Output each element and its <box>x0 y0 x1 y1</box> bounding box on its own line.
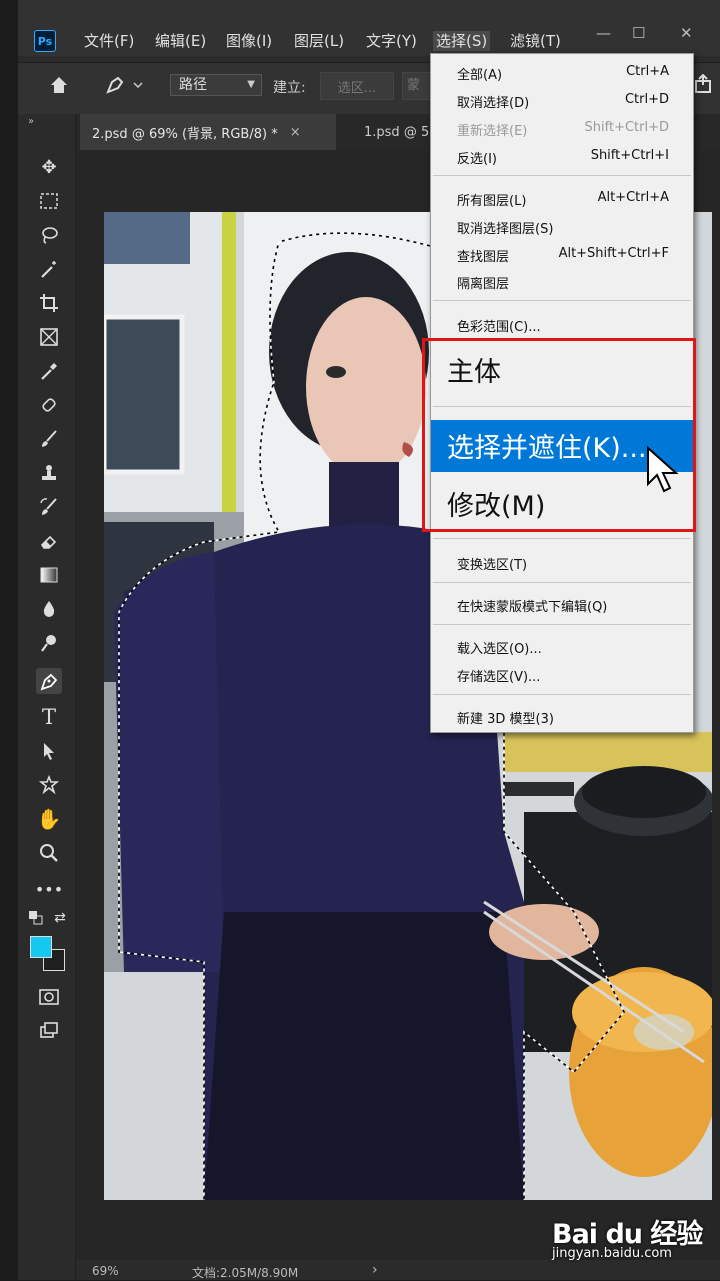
close-button[interactable]: ✕ <box>680 24 693 42</box>
menu-item-quick-mask[interactable]: 在快速蒙版模式下编辑(Q) <box>431 592 693 616</box>
menu-separator <box>433 538 691 539</box>
menu-item-reselect: 重新选择(E) Shift+Ctrl+D <box>457 120 669 139</box>
more-tools-icon[interactable]: ••• <box>35 876 63 902</box>
quick-mask-icon[interactable] <box>36 984 62 1010</box>
foreground-color-swatch[interactable] <box>30 936 52 958</box>
menu-item-inverse[interactable]: 反选(I) Shift+Ctrl+I <box>431 144 693 168</box>
tab-label: 1.psd @ 51 <box>364 124 438 140</box>
path-mode-value: 路径 <box>179 77 207 93</box>
menu-item-deselect-layers[interactable]: 取消选择图层(S) <box>431 214 693 238</box>
menu-image[interactable]: 图像(I) <box>226 31 272 51</box>
menu-item-select-all[interactable]: 全部(A) Ctrl+A <box>431 60 693 84</box>
swap-colors-icon[interactable]: ⇄ <box>50 908 70 928</box>
crop-tool-icon[interactable] <box>36 290 62 316</box>
default-colors-icon[interactable] <box>26 908 46 928</box>
collapse-icon[interactable]: » <box>28 116 34 127</box>
baidu-jingyan-watermark: Bai du 经验 jingyan.baidu.com <box>552 1212 703 1261</box>
menu-separator <box>433 694 691 695</box>
menu-item-load-selection[interactable]: 载入选区(O)... <box>431 634 693 658</box>
screen-mode-icon[interactable] <box>36 1018 62 1044</box>
menu-item-find-layers[interactable]: 查找图层 Alt+Shift+Ctrl+F <box>431 242 693 266</box>
status-bar: 69% 文档:2.05M/8.90M › <box>76 1262 720 1280</box>
pen-tool-icon[interactable] <box>36 668 62 694</box>
menu-item-all-layers[interactable]: 所有图层(L) Alt+Ctrl+A <box>431 186 693 210</box>
menu-separator <box>433 175 691 176</box>
highlight-callout-box <box>422 338 696 532</box>
menu-item-isolate-layers[interactable]: 隔离图层 <box>431 269 693 293</box>
move-tool-icon[interactable]: ✥ <box>36 154 62 180</box>
magic-wand-icon[interactable] <box>36 256 62 282</box>
tab-label: 2.psd @ 69% (背景, RGB/8) * <box>92 126 278 142</box>
custom-shape-icon[interactable] <box>36 772 62 798</box>
eyedropper-icon[interactable] <box>36 358 62 384</box>
menu-file[interactable]: 文件(F) <box>84 31 134 51</box>
eraser-icon[interactable] <box>36 528 62 554</box>
menu-layer[interactable]: 图层(L) <box>294 31 344 51</box>
menu-item-color-range[interactable]: 色彩范围(C)... <box>431 312 693 336</box>
menu-item-transform-selection[interactable]: 变换选区(T) <box>431 550 693 574</box>
menu-separator <box>433 582 691 583</box>
clone-stamp-icon[interactable] <box>36 460 62 486</box>
history-brush-icon[interactable] <box>36 494 62 520</box>
menu-item-save-selection[interactable]: 存储选区(V)... <box>431 662 693 686</box>
chevron-down-icon: ▼ <box>247 79 255 90</box>
type-tool-icon[interactable]: T <box>36 704 62 730</box>
tools-panel <box>18 114 76 1280</box>
maximize-button[interactable]: ☐ <box>632 24 645 42</box>
close-tab-icon[interactable]: × <box>290 125 301 140</box>
menu-type[interactable]: 文字(Y) <box>366 31 417 51</box>
tab-2-psd[interactable]: 2.psd @ 69% (背景, RGB/8) * × <box>80 114 336 150</box>
hand-tool-icon[interactable]: ✋ <box>36 806 62 832</box>
brush-tool-icon[interactable] <box>36 426 62 452</box>
menu-separator <box>433 300 691 301</box>
watermark-url: jingyan.baidu.com <box>552 1246 672 1261</box>
blur-tool-icon[interactable] <box>36 596 62 622</box>
marquee-tool-icon[interactable] <box>36 188 62 214</box>
pen-tool-preset-icon[interactable] <box>104 74 144 101</box>
gradient-icon[interactable] <box>36 562 62 588</box>
path-mode-dropdown[interactable]: 路径 ▼ <box>170 74 262 96</box>
menu-select[interactable]: 选择(S) <box>433 31 491 51</box>
path-selection-icon[interactable] <box>36 738 62 764</box>
zoom-level[interactable]: 69% <box>92 1264 119 1278</box>
photoshop-logo: Ps <box>34 30 56 52</box>
mouse-cursor-icon <box>646 445 680 498</box>
dodge-tool-icon[interactable] <box>36 630 62 656</box>
menu-item-new-3d-model[interactable]: 新建 3D 模型(3) <box>431 704 693 728</box>
make-label: 建立: <box>273 80 306 96</box>
menu-filter[interactable]: 滤镜(T) <box>510 31 561 51</box>
minimize-button[interactable]: — <box>596 24 611 42</box>
chevron-right-icon[interactable]: › <box>372 1262 378 1278</box>
lasso-tool-icon[interactable] <box>36 222 62 248</box>
share-icon[interactable] <box>694 73 712 99</box>
healing-brush-icon[interactable] <box>36 392 62 418</box>
menu-item-deselect[interactable]: 取消选择(D) Ctrl+D <box>431 88 693 112</box>
zoom-tool-icon[interactable] <box>36 840 62 866</box>
menu-edit[interactable]: 编辑(E) <box>155 31 206 51</box>
make-mask-button[interactable]: 蒙 <box>402 72 432 100</box>
menu-separator <box>433 624 691 625</box>
home-icon[interactable] <box>48 74 70 101</box>
document-size: 文档:2.05M/8.90M <box>192 1266 299 1280</box>
frame-tool-icon[interactable] <box>36 324 62 350</box>
make-selection-button[interactable]: 选区... <box>320 72 394 100</box>
